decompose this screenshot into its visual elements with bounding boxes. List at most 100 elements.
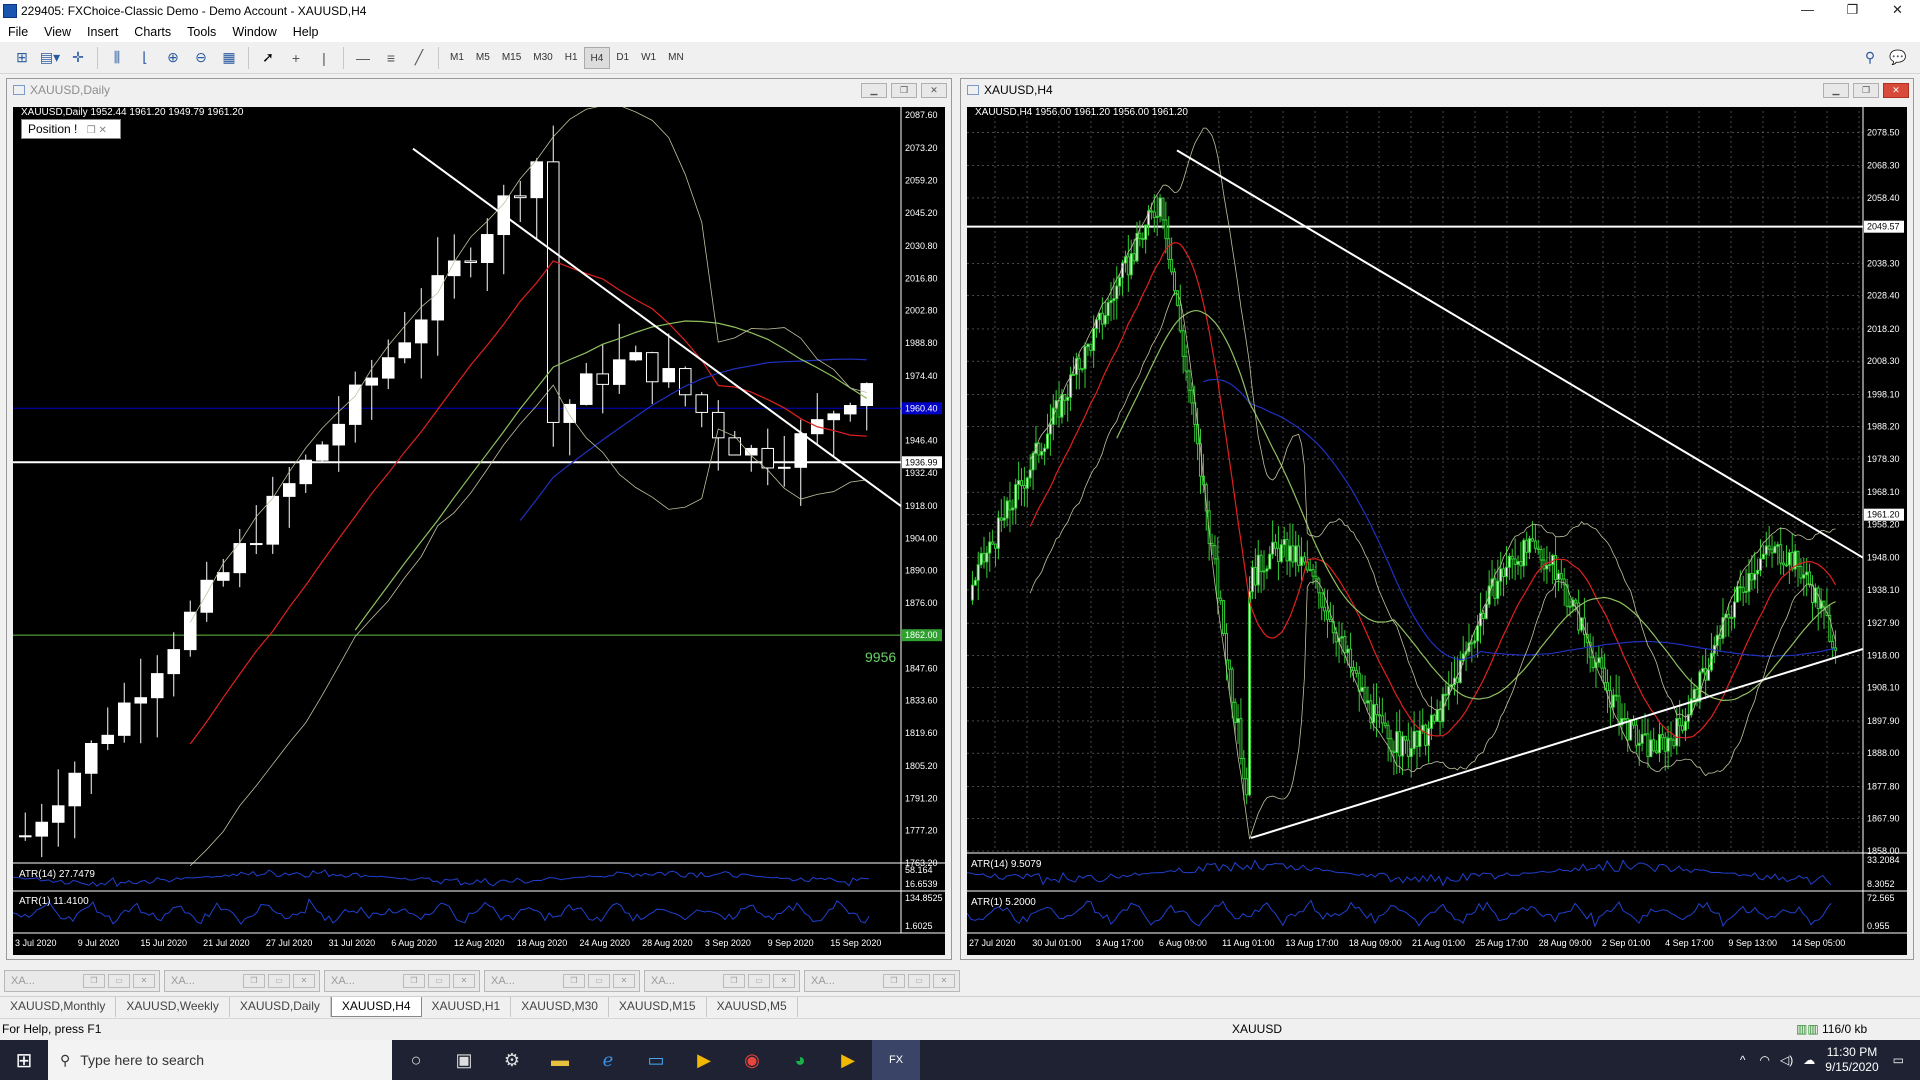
tab-m30[interactable]: XAUUSD,M30 <box>511 997 609 1017</box>
minimized-window[interactable]: XA... ❐ ▭ ✕ <box>804 970 960 992</box>
network-icon[interactable]: ◠ <box>1760 1053 1770 1067</box>
tf-w1[interactable]: W1 <box>635 47 662 69</box>
candle <box>1660 734 1664 739</box>
tf-h1[interactable]: H1 <box>559 47 584 69</box>
profiles-icon[interactable]: ▤▾ <box>38 46 62 70</box>
chrome-icon[interactable]: ◉ <box>728 1040 776 1080</box>
tab-daily[interactable]: XAUUSD,Daily <box>230 997 331 1017</box>
horizontal-line-icon[interactable]: — <box>351 46 375 70</box>
menu-tools[interactable]: Tools <box>179 25 224 39</box>
new-chart-icon[interactable]: ⊞ <box>10 46 34 70</box>
chat-icon[interactable]: 💬 <box>1886 46 1910 70</box>
price-tick-label: 2078.50 <box>1867 127 1900 137</box>
chevron-up-icon[interactable]: ^ <box>1740 1053 1746 1067</box>
tile-windows-icon[interactable]: ▦ <box>217 46 241 70</box>
position-panel[interactable]: Position ! ❐ ✕ <box>21 119 121 139</box>
tf-d1[interactable]: D1 <box>610 47 635 69</box>
maximize-button[interactable]: ❐ <box>1830 0 1875 22</box>
position-panel-icons[interactable]: ❐ ✕ <box>87 125 107 136</box>
tf-h4[interactable]: H4 <box>583 46 611 69</box>
close-button[interactable]: ✕ <box>1875 0 1920 22</box>
tf-m15[interactable]: M15 <box>496 47 527 69</box>
file-explorer-icon[interactable]: ▬ <box>536 1040 584 1080</box>
menu-charts[interactable]: Charts <box>126 25 179 39</box>
search-icon[interactable]: ⚲ <box>1858 46 1882 70</box>
chart-window-daily[interactable]: XAUUSD,Daily ▁ ❐ ✕ 2087.60 2073.20 2059.20… <box>6 78 952 960</box>
tab-m15[interactable]: XAUUSD,M15 <box>609 997 707 1017</box>
line-chart-icon[interactable]: ⌊ <box>133 46 157 70</box>
chart-close-button[interactable]: ✕ <box>921 83 947 98</box>
minimized-window[interactable]: XA... ❐ ▭ ✕ <box>4 970 160 992</box>
tab-weekly[interactable]: XAUUSD,Weekly <box>116 997 230 1017</box>
minimized-window[interactable]: XA... ❐ ▭ ✕ <box>484 970 640 992</box>
app-icon[interactable]: ▭ <box>632 1040 680 1080</box>
menu-view[interactable]: View <box>36 25 79 39</box>
candle <box>1383 722 1387 727</box>
minimized-window[interactable]: XA... ❐ ▭ ✕ <box>644 970 800 992</box>
chart-canvas[interactable]: 2087.60 2073.20 2059.20 2045.20 2030.80 2016.… <box>13 107 945 955</box>
trendline-icon[interactable]: ╱ <box>407 46 431 70</box>
tf-m5[interactable]: M5 <box>470 47 496 69</box>
crosshair-icon[interactable]: ✛ <box>66 46 90 70</box>
tf-m1[interactable]: M1 <box>444 47 470 69</box>
taskbar-search[interactable]: ⚲ Type here to search <box>48 1040 392 1080</box>
clock[interactable]: 11:30 PM 9/15/2020 <box>1825 1045 1878 1075</box>
atr-line <box>13 869 870 887</box>
chart-minimize-button[interactable]: ▁ <box>1823 83 1849 98</box>
onedrive-icon[interactable]: ☁ <box>1803 1053 1815 1067</box>
fxchoice-icon[interactable]: FX <box>872 1040 920 1080</box>
chart-restore-button[interactable]: ❐ <box>1853 83 1879 98</box>
candle <box>1256 554 1260 586</box>
app-icon[interactable]: ⚙ <box>488 1040 536 1080</box>
candle <box>1672 739 1676 747</box>
candle <box>1323 606 1327 612</box>
chart-window-h4[interactable]: XAUUSD,H4 ▁ ❐ ✕ 2078.50 2068.30 2058.40 204… <box>960 78 1914 960</box>
chart-close-button[interactable]: ✕ <box>1883 83 1909 98</box>
price-tick-label: 2030.80 <box>905 241 938 251</box>
chart-canvas[interactable]: 2078.50 2068.30 2058.40 2049.57 2038.30 2028.… <box>967 107 1907 955</box>
app-icon[interactable]: ◕ <box>776 1040 824 1080</box>
cursor-icon[interactable]: ➚ <box>256 46 280 70</box>
volume-icon[interactable]: ◁) <box>1780 1053 1793 1067</box>
tab-h4[interactable]: XAUUSD,H4 <box>330 997 422 1017</box>
atr14-label: ATR(14) 9.5079 <box>971 859 1042 870</box>
task-view-icon[interactable]: ○ <box>392 1040 440 1080</box>
candle <box>1640 733 1644 744</box>
app-icon[interactable]: ▣ <box>440 1040 488 1080</box>
app-icon[interactable]: ▶ <box>680 1040 728 1080</box>
tab-monthly[interactable]: XAUUSD,Monthly <box>0 997 117 1017</box>
candle <box>1045 433 1050 449</box>
bar-chart-icon[interactable]: ⫼ <box>105 46 129 70</box>
zoom-out-icon[interactable]: ⊖ <box>189 46 213 70</box>
edge-icon[interactable]: ℯ <box>584 1040 632 1080</box>
menu-window[interactable]: Window <box>224 25 284 39</box>
candle <box>1167 238 1171 261</box>
menu-help[interactable]: Help <box>285 25 327 39</box>
chart-minimize-button[interactable]: ▁ <box>861 83 887 98</box>
minimize-button[interactable]: — <box>1785 0 1830 22</box>
price-tick-label: 2087.60 <box>905 110 938 120</box>
candle <box>1756 569 1760 575</box>
price-tick-label: 2068.30 <box>1867 161 1900 171</box>
chart-restore-button[interactable]: ❐ <box>891 83 917 98</box>
crosshair-tool-icon[interactable]: + <box>284 46 308 70</box>
candle <box>985 552 989 563</box>
minimized-window[interactable]: XA... ❐ ▭ ✕ <box>164 970 320 992</box>
menu-insert[interactable]: Insert <box>79 25 126 39</box>
minimized-window[interactable]: XA... ❐ ▭ ✕ <box>324 970 480 992</box>
tf-mn[interactable]: MN <box>662 47 690 69</box>
menu-file[interactable]: File <box>0 25 36 39</box>
zoom-in-icon[interactable]: ⊕ <box>161 46 185 70</box>
fibonacci-icon[interactable]: ≡ <box>379 46 403 70</box>
tf-m30[interactable]: M30 <box>527 47 558 69</box>
tab-h1[interactable]: XAUUSD,H1 <box>422 997 512 1017</box>
candle <box>991 541 995 545</box>
windows-start-icon[interactable]: ⊞ <box>0 1040 48 1080</box>
candle <box>1438 709 1442 723</box>
app-icon[interactable]: ▶ <box>824 1040 872 1080</box>
vertical-line-icon[interactable]: | <box>312 46 336 70</box>
tab-m5[interactable]: XAUUSD,M5 <box>707 997 798 1017</box>
notifications-icon[interactable]: ▭ <box>1893 1053 1904 1067</box>
candle <box>1089 343 1093 351</box>
date-tick-label: 9 Jul 2020 <box>78 938 120 948</box>
